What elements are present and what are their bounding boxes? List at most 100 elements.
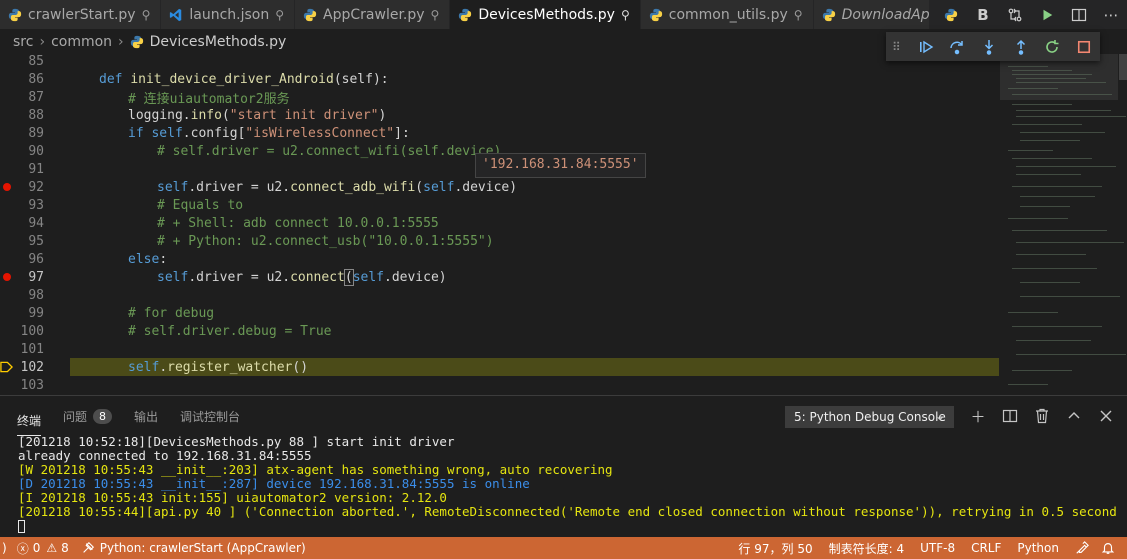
step-into-icon[interactable] [973,32,1005,61]
chevron-down-icon: ⌄ [934,409,945,423]
minimap-row [1012,268,1097,269]
code-text: logging.info("start init driver") [128,107,387,123]
split-editor-icon[interactable] [1063,0,1095,29]
cursor-position[interactable]: 行 97，列 50 [730,537,820,559]
chevron-up-icon[interactable] [1058,404,1090,428]
terminal-line: [201218 10:52:18][DevicesMethods.py 88 ]… [18,435,455,449]
pin-icon[interactable]: ⚲ [431,8,440,22]
breadcrumb-item[interactable]: src [13,34,33,50]
code-text: # + Shell: adb connect 10.0.0.1:5555 [157,215,439,231]
tab-devicesmethods[interactable]: DevicesMethods.py ⚲ [450,0,641,29]
vertical-scrollbar[interactable] [1119,54,1127,395]
tab-launch-json[interactable]: launch.json ⚲ [161,0,296,29]
more-actions-icon[interactable]: ⋯ [1095,0,1127,29]
code-text: # 连接uiautomator2服务 [128,91,290,107]
terminal-line: [W 201218 10:55:43 __init__:203] atx-age… [18,463,613,477]
code-text: def init_device_driver_Android(self): [99,71,389,87]
feedback-icon[interactable] [1067,537,1097,559]
pin-icon[interactable]: ⚲ [275,8,284,22]
new-terminal-icon[interactable]: ＋ [962,404,994,428]
code-line: 88 logging.info("start init driver") [0,106,1000,124]
debug-target[interactable]: Python: crawlerStart (AppCrawler) [75,537,312,559]
line-number: 87 [28,89,44,105]
tab-appcrawler[interactable]: AppCrawler.py ⚲ [295,0,451,29]
drag-handle-icon[interactable]: ⠿ [892,40,910,54]
remote-indicator[interactable]: ) [0,537,11,559]
step-out-icon[interactable] [1005,32,1037,61]
minimap-row [1012,94,1112,95]
minimap-row [1016,242,1124,243]
notifications-bell-icon[interactable] [1097,537,1119,559]
scrollbar-thumb[interactable] [1119,54,1127,80]
tab-label: AppCrawler.py [323,6,425,23]
close-icon[interactable] [1090,404,1122,428]
python-file-icon[interactable] [935,0,967,29]
terminal-output[interactable]: [201218 10:52:18][DevicesMethods.py 88 ]… [0,435,1127,538]
tab-label: common_utils.py [668,6,788,23]
code-line: 98 [0,286,1000,304]
status-right: 行 97，列 50 制表符长度: 4 UTF-8 CRLF Python [730,537,1119,559]
minimap-row [1020,196,1095,197]
compare-changes-icon[interactable] [999,0,1031,29]
line-number: 94 [28,215,44,231]
run-icon[interactable] [1031,0,1063,29]
language-mode[interactable]: Python [1009,537,1067,559]
code-text: # + Python: u2.connect_usb("10.0.0.1:555… [157,233,494,249]
debug-toolbar: ⠿ [886,32,1100,61]
minimap-row [1012,326,1102,327]
code-line: 96 else: [0,250,1000,268]
line-number: 102 [20,359,44,375]
breadcrumb-item[interactable]: DevicesMethods.py [150,34,287,50]
line-number: 86 [28,71,44,87]
terminal-select[interactable]: 5: Python Debug Console ⌄ [785,406,954,428]
debug-icon [82,541,94,553]
tab-terminal[interactable]: 终端 [17,408,42,436]
terminal-line: [201218 10:55:44][api.py 40 ] ('Connecti… [18,505,1118,519]
code-text: else: [128,251,168,267]
code-line: 102 [0,358,70,376]
tab-crawlerstart[interactable]: crawlerStart.py ⚲ [0,0,162,29]
code-text: self.driver = u2.connect_adb_wifi(self.d… [157,179,518,195]
pin-icon[interactable]: ⚲ [142,8,151,22]
minimap-row [1016,82,1106,83]
tab-label: DevicesMethods.py [478,6,615,23]
terminal-line: already connected to 192.168.31.84:5555 [18,449,312,463]
code-line: 87 # 连接uiautomator2服务 [0,88,1000,107]
restart-icon[interactable] [1037,32,1069,61]
split-terminal-icon[interactable] [994,404,1026,428]
code-line: 103 [0,376,1000,394]
code-line: 89 if self.config["isWirelessConnect"]: [0,124,1000,142]
line-number: 85 [28,54,44,69]
bold-icon[interactable]: B [967,0,999,29]
minimap[interactable] [1000,54,1127,395]
line-number: 93 [28,197,44,213]
tab-problems[interactable]: 问题 8 [63,396,113,436]
warning-icon: ⚠ [46,541,58,555]
line-number: 96 [28,251,44,267]
continue-icon[interactable] [910,32,942,61]
line-number: 98 [28,287,44,303]
stop-icon[interactable] [1068,32,1100,61]
tab-size[interactable]: 制表符长度: 4 [821,537,913,559]
python-icon [649,8,662,21]
problems-summary[interactable]: ⓧ 0 ⚠ 8 [11,537,75,559]
line-ending[interactable]: CRLF [963,537,1009,559]
python-icon [822,8,835,21]
trash-icon[interactable] [1026,404,1058,428]
breadcrumb-item[interactable]: common [51,34,112,50]
step-over-icon[interactable] [942,32,974,61]
tab-debug-console[interactable]: 调试控制台 [180,396,240,436]
tab-output[interactable]: 输出 [134,396,158,436]
code-line: 101 [0,340,1000,358]
encoding[interactable]: UTF-8 [912,537,963,559]
pin-icon[interactable]: ⚲ [621,8,630,22]
minimap-row [1020,132,1105,133]
tab-common-utils[interactable]: common_utils.py ⚲ [640,0,814,29]
minimap-row [1008,218,1068,219]
code-editor[interactable]: 85 86 def init_device_driver_Android(sel… [0,54,1127,395]
pin-icon[interactable]: ⚲ [794,8,803,22]
code-text: self.driver = u2.connect(self.device) [157,268,447,286]
minimap-row [1016,110,1111,111]
panel-tabs: 终端 问题 8 输出 调试控制台 [0,396,760,436]
terminal-prompt[interactable] [18,519,1118,533]
